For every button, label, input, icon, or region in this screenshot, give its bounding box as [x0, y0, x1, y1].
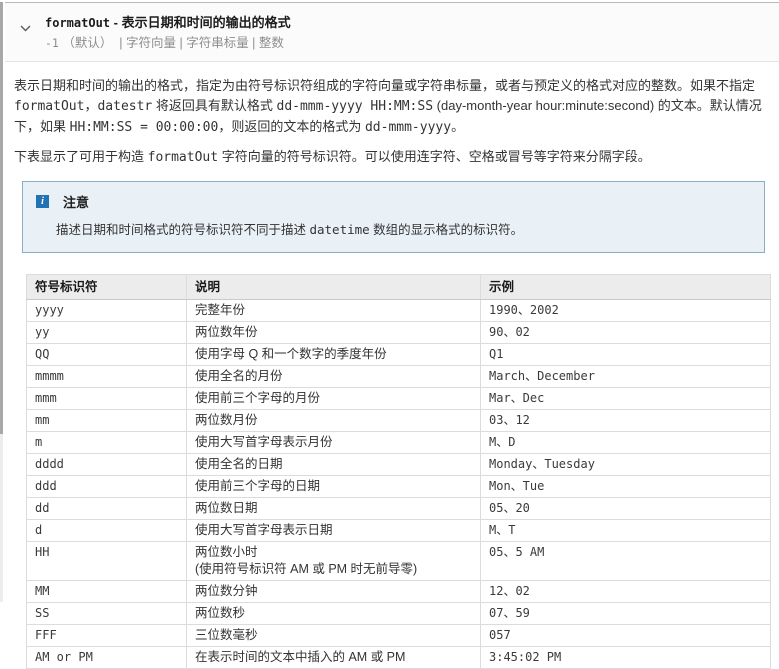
- info-icon: i: [36, 195, 49, 208]
- section-title: formatOut - 表示日期和时间的输出的格式: [45, 14, 291, 32]
- symbol-cell: mmmm: [27, 366, 187, 388]
- left-scrollbar-thumb[interactable]: [0, 2, 3, 434]
- symbol-cell: FFF: [27, 625, 187, 647]
- table-row: ddd使用前三个字母的日期Mon、Tue: [27, 476, 771, 498]
- formatout-section-header[interactable]: formatOut - 表示日期和时间的输出的格式 -1 （默认） | 字符向量…: [5, 2, 779, 62]
- table-row: mmmm使用全名的月份March、December: [27, 366, 771, 388]
- example-cell: M、T: [481, 520, 771, 542]
- table-row: HH两位数小时(使用符号标识符 AM 或 PM 时无前导零)05、5 AM: [27, 542, 771, 581]
- column-header-symbol: 符号标识符: [27, 275, 187, 300]
- description-cell: 两位数小时(使用符号标识符 AM 或 PM 时无前导零): [187, 542, 481, 581]
- table-row: QQ使用字母 Q 和一个数字的季度年份Q1: [27, 344, 771, 366]
- description-cell: 完整年份: [187, 300, 481, 322]
- symbol-cell: AM or PM: [27, 647, 187, 669]
- table-row: MM两位数分钟12、02: [27, 581, 771, 603]
- note-title: 注意: [63, 192, 89, 211]
- symbol-cell: yy: [27, 322, 187, 344]
- section-content: 表示日期和时间的输出的格式，指定为由符号标识符组成的字符向量或字符串标量，或者与…: [5, 62, 779, 669]
- example-cell: 12、02: [481, 581, 771, 603]
- table-row: d使用大写首字母表示日期M、T: [27, 520, 771, 542]
- table-row: FFF三位数毫秒057: [27, 625, 771, 647]
- description-cell: 使用全名的日期: [187, 454, 481, 476]
- note-box: i 注意 描述日期和时间格式的符号标识符不同于描述 datetime 数组的显示…: [22, 181, 765, 253]
- description-cell: 三位数毫秒: [187, 625, 481, 647]
- description-cell: 使用全名的月份: [187, 366, 481, 388]
- table-row: dd两位数日期05、20: [27, 498, 771, 520]
- example-cell: Mar、Dec: [481, 388, 771, 410]
- example-cell: Q1: [481, 344, 771, 366]
- table-header-row: 符号标识符 说明 示例: [27, 275, 771, 300]
- section-type-line: -1 （默认） | 字符向量 | 字符串标量 | 整数: [45, 35, 291, 52]
- description-cell: 两位数秒: [187, 603, 481, 625]
- table-intro-paragraph: 下表显示了可用于构造 formatOut 字符向量的符号标识符。可以使用连字符、…: [14, 147, 767, 168]
- table-row: yy两位数年份90、02: [27, 322, 771, 344]
- example-cell: Monday、Tuesday: [481, 454, 771, 476]
- format-symbols-table: 符号标识符 说明 示例 yyyy完整年份1990、2002yy两位数年份90、0…: [26, 274, 771, 669]
- description-cell: 两位数日期: [187, 498, 481, 520]
- note-header: i 注意: [36, 192, 752, 211]
- symbol-cell: d: [27, 520, 187, 542]
- example-cell: Mon、Tue: [481, 476, 771, 498]
- table-row: AM or PM在表示时间的文本中插入的 AM 或 PM3:45:02 PM: [27, 647, 771, 669]
- left-scrollbar[interactable]: [0, 2, 3, 602]
- description-cell: 使用大写首字母表示月份: [187, 432, 481, 454]
- description-secondary-line: (使用符号标识符 AM 或 PM 时无前导零): [195, 562, 472, 577]
- description-cell: 使用大写首字母表示日期: [187, 520, 481, 542]
- example-cell: March、December: [481, 366, 771, 388]
- symbol-cell: QQ: [27, 344, 187, 366]
- description-cell: 在表示时间的文本中插入的 AM 或 PM: [187, 647, 481, 669]
- example-cell: 90、02: [481, 322, 771, 344]
- note-body: 描述日期和时间格式的符号标识符不同于描述 datetime 数组的显示格式的标识…: [56, 221, 752, 239]
- description-cell: 两位数月份: [187, 410, 481, 432]
- column-header-description: 说明: [187, 275, 481, 300]
- description-cell: 两位数分钟: [187, 581, 481, 603]
- symbol-cell: yyyy: [27, 300, 187, 322]
- table-row: m使用大写首字母表示月份M、D: [27, 432, 771, 454]
- symbol-cell: mmm: [27, 388, 187, 410]
- column-header-example: 示例: [481, 275, 771, 300]
- symbol-cell: dd: [27, 498, 187, 520]
- description-cell: 使用字母 Q 和一个数字的季度年份: [187, 344, 481, 366]
- example-cell: 05、20: [481, 498, 771, 520]
- example-cell: 3:45:02 PM: [481, 647, 771, 669]
- table-row: mmm使用前三个字母的月份Mar、Dec: [27, 388, 771, 410]
- symbol-cell: HH: [27, 542, 187, 581]
- example-cell: 1990、2002: [481, 300, 771, 322]
- table-row: yyyy完整年份1990、2002: [27, 300, 771, 322]
- chevron-down-icon: [20, 19, 31, 37]
- symbol-cell: dddd: [27, 454, 187, 476]
- example-cell: 05、5 AM: [481, 542, 771, 581]
- symbol-cell: m: [27, 432, 187, 454]
- description-cell: 两位数年份: [187, 322, 481, 344]
- description-paragraph: 表示日期和时间的输出的格式，指定为由符号标识符组成的字符向量或字符串标量，或者与…: [14, 76, 767, 138]
- header-text-block: formatOut - 表示日期和时间的输出的格式 -1 （默认） | 字符向量…: [45, 14, 291, 52]
- example-cell: 07、59: [481, 603, 771, 625]
- description-cell: 使用前三个字母的月份: [187, 388, 481, 410]
- table-row: dddd使用全名的日期Monday、Tuesday: [27, 454, 771, 476]
- format-table-body: yyyy完整年份1990、2002yy两位数年份90、02QQ使用字母 Q 和一…: [27, 300, 771, 669]
- symbol-cell: mm: [27, 410, 187, 432]
- symbol-cell: SS: [27, 603, 187, 625]
- example-cell: M、D: [481, 432, 771, 454]
- table-row: SS两位数秒07、59: [27, 603, 771, 625]
- example-cell: 03、12: [481, 410, 771, 432]
- symbol-cell: MM: [27, 581, 187, 603]
- symbol-cell: ddd: [27, 476, 187, 498]
- example-cell: 057: [481, 625, 771, 647]
- table-row: mm两位数月份03、12: [27, 410, 771, 432]
- description-cell: 使用前三个字母的日期: [187, 476, 481, 498]
